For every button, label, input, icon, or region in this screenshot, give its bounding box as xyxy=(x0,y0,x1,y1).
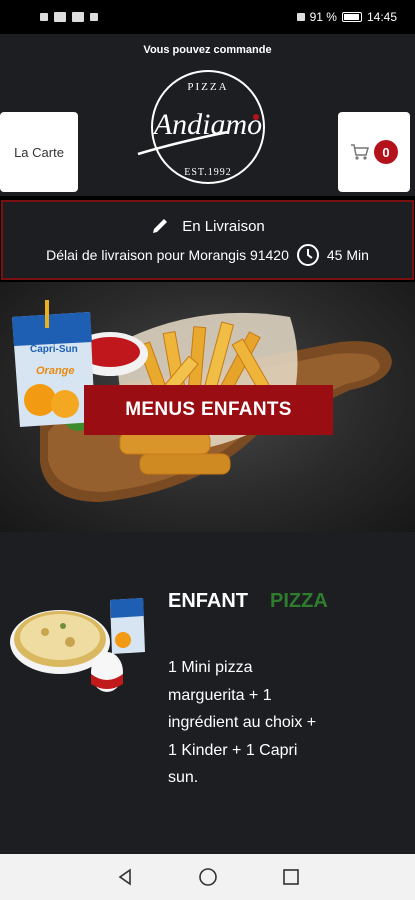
product-description: 1 Mini pizza marguerita + 1 ingrédient a… xyxy=(168,659,317,786)
juice-flavor-text: Orange xyxy=(36,365,75,377)
header: Vous pouvez commande La Carte PIZZA Andi… xyxy=(0,34,415,196)
usb-icon xyxy=(90,13,98,21)
home-nav-icon[interactable] xyxy=(198,867,218,887)
recents-nav-icon[interactable] xyxy=(282,868,300,886)
status-bar: 91 % 14:45 xyxy=(0,0,415,34)
cart-count-badge: 0 xyxy=(374,140,398,164)
menu-button-label: La Carte xyxy=(14,144,64,160)
system-nav-bar xyxy=(0,854,415,900)
back-nav-icon[interactable] xyxy=(116,868,134,886)
category-banner[interactable]: Capri-Sun Orange MENUS ENFANTS xyxy=(0,282,415,532)
menus-enfants-button[interactable]: MENUS ENFANTS xyxy=(84,385,333,435)
product-title: ENFANT PIZZA xyxy=(168,590,328,613)
product-category: PIZZA xyxy=(270,590,328,612)
vibrate-icon xyxy=(296,13,305,21)
menus-enfants-label: MENUS ENFANTS xyxy=(125,399,292,420)
andiamo-logo: PIZZA Andiamo EST.1992 xyxy=(137,70,265,184)
logo-top-text: PIZZA xyxy=(187,81,228,93)
cart-button[interactable]: 0 xyxy=(338,112,410,192)
scroll-message: Vous pouvez commande xyxy=(143,44,272,56)
notification-icon xyxy=(40,13,48,21)
logo-bottom-text: EST.1992 xyxy=(184,167,232,178)
product-image xyxy=(10,598,145,692)
product-name: ENFANT xyxy=(168,590,248,612)
clock-time: 14:45 xyxy=(366,10,397,24)
delivery-delay-label: Délai de livraison pour Morangis 91420 xyxy=(46,247,289,263)
delivery-delay-time: 45 Min xyxy=(326,247,369,263)
battery-icon xyxy=(341,12,362,22)
delivery-mode-label: En Livraison xyxy=(182,217,265,235)
wifi-icon xyxy=(72,12,84,22)
clock-icon xyxy=(296,244,319,266)
signal-icon xyxy=(54,12,66,22)
battery-percent: 91 % xyxy=(309,10,337,24)
menu-button[interactable]: La Carte xyxy=(0,112,78,192)
delivery-panel[interactable]: En Livraison Délai de livraison pour Mor… xyxy=(1,200,414,280)
pencil-icon[interactable] xyxy=(150,216,170,236)
juice-brand-text: Capri-Sun xyxy=(30,344,78,355)
cart-icon xyxy=(351,144,369,160)
product-card[interactable]: ENFANT PIZZA 1 Mini pizza marguerita + 1… xyxy=(0,532,415,854)
